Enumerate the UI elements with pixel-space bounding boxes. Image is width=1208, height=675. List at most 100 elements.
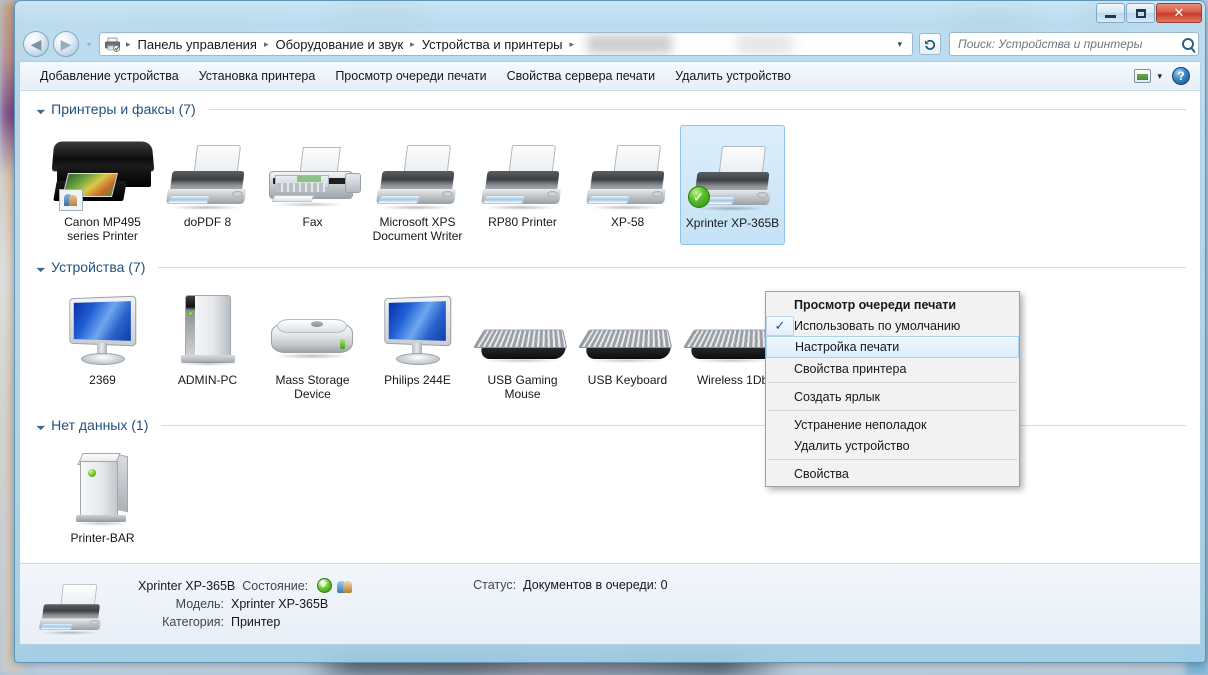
details-device-name: Xprinter XP-365B	[138, 578, 236, 593]
device-label: USB Keyboard	[587, 373, 668, 387]
device-label: ADMIN-PC	[177, 373, 238, 387]
breadcrumb-separator: ▸	[410, 38, 415, 49]
device-label: Canon MP495 series Printer	[64, 215, 141, 243]
context-menu-item-properties[interactable]: Свойства	[766, 463, 1019, 484]
change-view-icon[interactable]	[1134, 69, 1152, 83]
unspecified-tile-row: Printer-BAR	[20, 435, 1200, 551]
details-status-label: Статус:	[473, 578, 517, 592]
minimize-icon	[1105, 14, 1116, 18]
search-input[interactable]: Поиск: Устройства и принтеры	[949, 32, 1199, 56]
menu-item-label: Просмотр очереди печати	[794, 297, 957, 312]
device-tile-usb-keyboard[interactable]: USB Keyboard	[575, 283, 680, 403]
device-tile-admin-pc[interactable]: ADMIN-PC	[155, 283, 260, 403]
collapse-arrow-icon[interactable]: ◢	[36, 104, 47, 115]
device-tile-usb-gaming-mouse[interactable]: USB Gaming Mouse	[470, 283, 575, 403]
collapse-arrow-icon[interactable]: ◢	[36, 420, 47, 431]
forward-icon: ▶	[60, 36, 72, 52]
context-menu-item-create-shortcut[interactable]: Создать ярлык	[766, 386, 1019, 407]
help-icon[interactable]: ?	[1172, 67, 1190, 85]
icon-wrap	[378, 287, 458, 369]
view-print-queue-button[interactable]: Просмотр очереди печати	[325, 65, 496, 87]
details-category-value: Принтер	[231, 615, 281, 629]
menu-separator	[768, 410, 1017, 411]
computer-tower-icon	[173, 293, 243, 369]
breadcrumb[interactable]: ▸ Панель управления ▸ Оборудование и зву…	[99, 32, 913, 56]
menu-item-label: Свойства	[794, 466, 849, 481]
device-tile-rp80-printer[interactable]: RP80 Printer	[470, 125, 575, 245]
device-tile-2369[interactable]: 2369	[50, 283, 155, 403]
devices-list-area: ◢ Принтеры и факсы (7) Canon MP495 serie…	[19, 91, 1201, 563]
breadcrumb-separator: ▸	[126, 38, 131, 49]
context-menu-item-printing-preferences[interactable]: Настройка печати	[766, 336, 1019, 358]
network-device-icon	[70, 449, 136, 527]
context-menu: Просмотр очереди печати ✓ Использовать п…	[765, 291, 1020, 487]
devices-and-printers-window: ✕ ◀ ▶ ▾ ▸ Панель управления ▸ Оборудован…	[14, 0, 1206, 663]
group-header-devices[interactable]: ◢ Устройства (7)	[20, 249, 1200, 277]
icon-wrap	[38, 584, 105, 635]
details-state-label: Состояние:	[242, 578, 309, 593]
breadcrumb-item-control-panel[interactable]: Панель управления	[134, 36, 261, 53]
menu-separator	[768, 459, 1017, 460]
window-bottom-trim	[15, 645, 1205, 650]
printer-icon	[585, 145, 671, 211]
menu-separator	[768, 382, 1017, 383]
device-label: XP-58	[610, 215, 645, 229]
minimize-button[interactable]	[1096, 3, 1125, 23]
details-pane: Xprinter XP-365B Состояние: Модель: Xpri…	[19, 563, 1201, 645]
hard-drive-icon	[267, 313, 359, 369]
device-tile-xp-58[interactable]: XP-58	[575, 125, 680, 245]
context-menu-item-troubleshoot[interactable]: Устранение неполадок	[766, 414, 1019, 435]
breadcrumb-item-devices-and-printers[interactable]: Устройства и принтеры	[418, 36, 567, 53]
refresh-button[interactable]	[919, 33, 941, 55]
close-button[interactable]: ✕	[1156, 3, 1202, 23]
context-menu-item-view-print-queue[interactable]: Просмотр очереди печати	[766, 294, 1019, 315]
device-tile-philips-244e[interactable]: Philips 244E	[365, 283, 470, 403]
printers-tile-row: Canon MP495 series Printer doPDF 8 Fax M…	[20, 119, 1200, 249]
device-tile-microsoft-xps-document-writer[interactable]: Microsoft XPS Document Writer	[365, 125, 470, 245]
maximize-button[interactable]	[1126, 3, 1155, 23]
details-status-value: Документов в очереди: 0	[523, 578, 668, 592]
fax-icon	[267, 147, 361, 211]
device-label: USB Gaming Mouse	[487, 373, 558, 401]
device-tile-canon-mp495[interactable]: Canon MP495 series Printer	[50, 125, 155, 245]
collapse-arrow-icon[interactable]: ◢	[36, 262, 47, 273]
monitor-icon	[378, 295, 458, 369]
search-placeholder: Поиск: Устройства и принтеры	[958, 37, 1143, 51]
breadcrumb-dropdown-button[interactable]: ▾	[891, 39, 908, 50]
icon-wrap	[70, 445, 136, 527]
default-printer-check-icon	[317, 578, 333, 593]
device-tile-dopdf-8[interactable]: doPDF 8	[155, 125, 260, 245]
device-tile-fax[interactable]: Fax	[260, 125, 365, 245]
icon-wrap	[687, 130, 776, 212]
default-printer-check-icon	[687, 186, 710, 208]
details-row-status: Статус: Документов в очереди: 0	[473, 574, 667, 592]
recent-pages-button[interactable]: ▾	[83, 40, 95, 49]
device-label: Mass Storage Device	[275, 373, 350, 401]
print-server-properties-button[interactable]: Свойства сервера печати	[497, 65, 666, 87]
device-tile-xprinter-xp-365b[interactable]: Xprinter XP-365B	[680, 125, 785, 245]
breadcrumb-empty-area[interactable]	[577, 33, 889, 55]
details-state-icons	[317, 578, 353, 593]
back-button[interactable]: ◀	[23, 31, 49, 57]
forward-button[interactable]: ▶	[53, 31, 79, 57]
icon-wrap	[173, 287, 243, 369]
monitor-icon	[63, 295, 143, 369]
devices-tile-row: 2369 ADMIN-PC Mass Storage Device Philip…	[20, 277, 1200, 407]
device-tile-printer-bar[interactable]: Printer-BAR	[50, 441, 155, 547]
title-bar: ✕	[15, 1, 1205, 27]
remove-device-button[interactable]: Удалить устройство	[665, 65, 801, 87]
add-printer-button[interactable]: Установка принтера	[189, 65, 326, 87]
group-divider	[158, 266, 1186, 268]
context-menu-item-remove-device[interactable]: Удалить устройство	[766, 435, 1019, 456]
device-tile-mass-storage-device[interactable]: Mass Storage Device	[260, 283, 365, 403]
group-header-printers[interactable]: ◢ Принтеры и факсы (7)	[20, 91, 1200, 119]
context-menu-item-printer-properties[interactable]: Свойства принтера	[766, 358, 1019, 379]
menu-item-label: Свойства принтера	[794, 361, 907, 376]
context-menu-item-set-as-default[interactable]: ✓ Использовать по умолчанию	[766, 315, 1019, 336]
chevron-down-icon[interactable]: ▾	[1157, 71, 1162, 82]
group-header-unspecified[interactable]: ◢ Нет данных (1)	[20, 407, 1200, 435]
add-device-button[interactable]: Добавление устройства	[30, 65, 189, 87]
maximize-icon	[1135, 8, 1146, 18]
close-icon: ✕	[1173, 5, 1185, 21]
breadcrumb-item-hardware-and-sound[interactable]: Оборудование и звук	[272, 36, 408, 53]
